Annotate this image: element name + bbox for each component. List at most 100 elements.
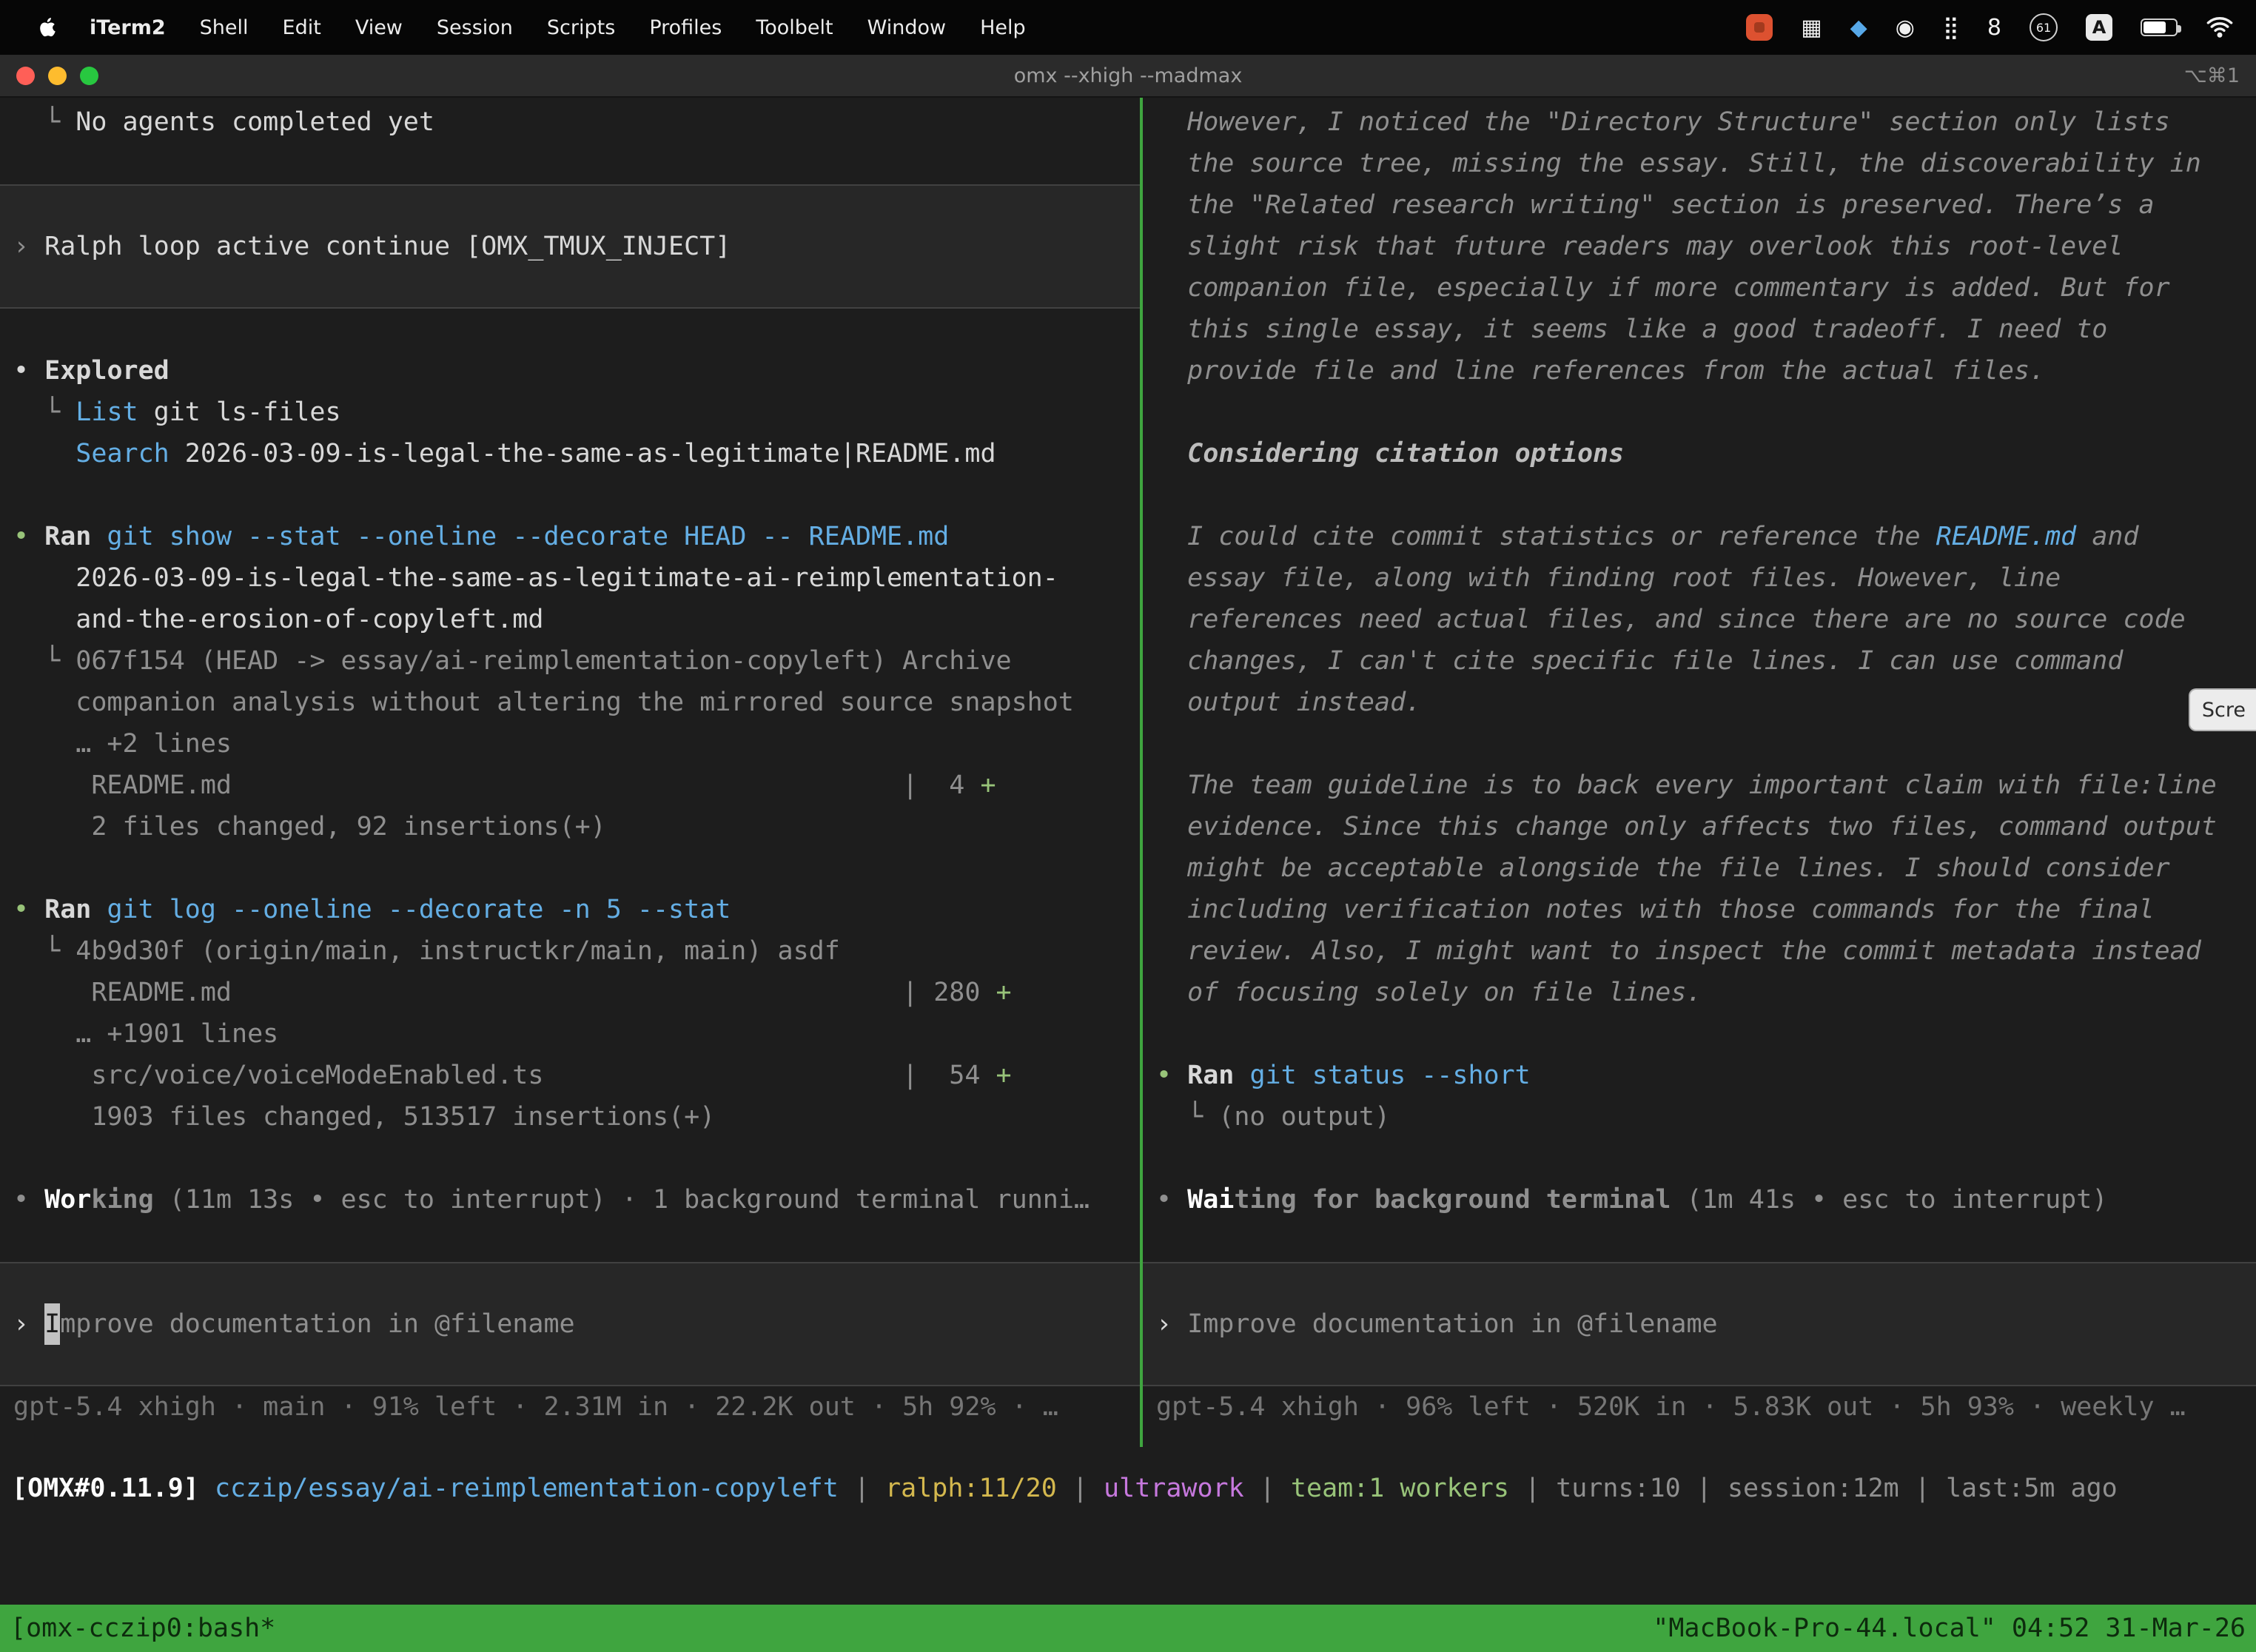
traffic-lights: [16, 55, 98, 96]
reasoning-text: evidence. Since this change only affects…: [1143, 806, 2256, 847]
reasoning-text: companion file, especially if more comme…: [1143, 267, 2256, 309]
menu-toolbelt[interactable]: Toolbelt: [739, 16, 850, 39]
blue-app-icon[interactable]: ◆: [1850, 15, 1867, 41]
tmux-host-clock: "MacBook-Pro-44.local" 04:52 31-Mar-26: [1653, 1614, 2246, 1643]
reasoning-heading: Considering citation options: [1143, 433, 2256, 474]
window-title: omx --xhigh --madmax: [1014, 64, 1243, 87]
waiting-status: • Waiting for background terminal (1m 41…: [1143, 1179, 2256, 1220]
session-stats: gpt-5.4 xhigh · 96% left · 520K in · 5.8…: [1143, 1386, 2256, 1428]
agents-status-line: └ No agents completed yet: [0, 101, 1140, 143]
blank-line: [0, 1220, 1140, 1262]
reasoning-text: review. Also, I might want to inspect th…: [1143, 930, 2256, 972]
battery-icon[interactable]: [2141, 19, 2178, 36]
close-button[interactable]: [16, 67, 35, 85]
apple-menu-icon[interactable]: [22, 17, 73, 38]
explored-list: └ List git ls-files: [0, 392, 1140, 433]
battery-fill: [2143, 21, 2166, 33]
working-status: • Working (11m 13s • esc to interrupt) ·…: [0, 1179, 1140, 1220]
numeric-app-icon[interactable]: 8: [1987, 15, 2001, 41]
macos-menubar: iTerm2ShellEditViewSessionScriptsProfile…: [0, 0, 2256, 55]
explored-search: Search 2026-03-09-is-legal-the-same-as-l…: [0, 433, 1140, 474]
menubar-status-icons: ▦ ◆ ◉ ⣿ 8 61 A: [1746, 13, 2234, 41]
hotkey-indicator: ⌥⌘1: [2184, 64, 2240, 87]
blank-line: [1143, 1220, 2256, 1262]
reasoning-text: The team guideline is to back every impo…: [1143, 765, 2256, 806]
bottom-spacer: [0, 1509, 2256, 1605]
menu-edit[interactable]: Edit: [266, 16, 338, 39]
blank-line: [1143, 474, 2256, 516]
reasoning-text: the source tree, missing the essay. Stil…: [1143, 143, 2256, 184]
left-terminal-pane[interactable]: └ No agents completed yet › Ralph loop ac…: [0, 98, 1140, 1447]
window-grid-icon[interactable]: ▦: [1801, 15, 1822, 41]
reasoning-text: essay file, along with finding root file…: [1143, 557, 2256, 599]
session-stats: gpt-5.4 xhigh · main · 91% left · 2.31M …: [0, 1386, 1140, 1428]
blank-line: [1143, 1013, 2256, 1055]
menu-iterm2[interactable]: iTerm2: [73, 16, 183, 39]
menu-window[interactable]: Window: [850, 16, 963, 39]
battery-tip: [2178, 25, 2181, 33]
screen-recording-indicator-icon[interactable]: [1746, 14, 1773, 41]
clipped-notification: Scre: [2189, 688, 2256, 731]
reasoning-text: provide file and line references from th…: [1143, 350, 2256, 392]
elided-lines: … +2 lines: [0, 723, 1140, 765]
log-diffstat-readme: README.md | 280 +: [0, 972, 1140, 1013]
log-commit-line: └ 4b9d30f (origin/main, instructkr/main,…: [0, 930, 1140, 972]
reasoning-text: output instead.: [1143, 682, 2256, 723]
battery-percent-badge[interactable]: 61: [2030, 13, 2058, 41]
commit-line-2: companion analysis without altering the …: [0, 682, 1140, 723]
reasoning-text: references need actual files, and since …: [1143, 599, 2256, 640]
diffstat-summary: 2 files changed, 92 insertions(+): [0, 806, 1140, 847]
menu-shell[interactable]: Shell: [183, 16, 266, 39]
prompt-input[interactable]: › Improve documentation in @filename: [0, 1262, 1140, 1386]
ran-git-log: • Ran git log --oneline --decorate -n 5 …: [0, 889, 1140, 930]
blank-line: [1143, 1138, 2256, 1179]
commit-line: └ 067f154 (HEAD -> essay/ai-reimplementa…: [0, 640, 1140, 682]
git-status-output: └ (no output): [1143, 1096, 2256, 1138]
ralph-loop-banner: › Ralph loop active continue [OMX_TMUX_I…: [0, 184, 1140, 309]
log-elided-lines: … +1901 lines: [0, 1013, 1140, 1055]
menu-scripts[interactable]: Scripts: [530, 16, 632, 39]
reasoning-text: slight risk that future readers may over…: [1143, 226, 2256, 267]
zoom-button[interactable]: [80, 67, 98, 85]
circle-app-icon[interactable]: ◉: [1896, 15, 1915, 41]
omx-status-bar: [OMX#0.11.9] cczip/essay/ai-reimplementa…: [0, 1468, 2256, 1509]
input-source-icon[interactable]: A: [2086, 14, 2112, 41]
tmux-panes: └ No agents completed yet › Ralph loop ac…: [0, 98, 2256, 1447]
window-titlebar[interactable]: omx --xhigh --madmax ⌥⌘1: [0, 55, 2256, 98]
iterm2-window: omx --xhigh --madmax ⌥⌘1 └ No agents com…: [0, 55, 2256, 1652]
tmux-status-bar: [omx-cczip0:bash* "MacBook-Pro-44.local"…: [0, 1605, 2256, 1652]
reasoning-text: the "Related research writing" section i…: [1143, 184, 2256, 226]
blank-line: [0, 1138, 1140, 1179]
explored-header: • Explored: [0, 350, 1140, 392]
menu-help[interactable]: Help: [963, 16, 1043, 39]
ran-git-show: • Ran git show --stat --oneline --decora…: [0, 516, 1140, 557]
blank-line: [1143, 392, 2256, 433]
menu-session[interactable]: Session: [420, 16, 530, 39]
right-terminal-pane[interactable]: However, I noticed the "Directory Struct…: [1143, 98, 2256, 1447]
recording-stop-glyph: [1754, 22, 1765, 33]
prompt-input[interactable]: › Improve documentation in @filename: [1143, 1262, 2256, 1386]
ran-git-show-arg1: 2026-03-09-is-legal-the-same-as-legitima…: [0, 557, 1140, 599]
menu-profiles[interactable]: Profiles: [632, 16, 739, 39]
log-diffstat-summary: 1903 files changed, 513517 insertions(+): [0, 1096, 1140, 1138]
reasoning-text: including verification notes with those …: [1143, 889, 2256, 930]
diffstat-readme: README.md | 4 +: [0, 765, 1140, 806]
reasoning-text: might be acceptable alongside the file l…: [1143, 847, 2256, 889]
clipped-notification-label: Scre: [2202, 699, 2246, 722]
reasoning-text: this single essay, it seems like a good …: [1143, 309, 2256, 350]
blank-line: [0, 474, 1140, 516]
tmux-session-window: [omx-cczip0:bash*: [10, 1614, 275, 1643]
reasoning-text: However, I noticed the "Directory Struct…: [1143, 101, 2256, 143]
menu-view[interactable]: View: [338, 16, 420, 39]
ran-git-status: • Ran git status --short: [1143, 1055, 2256, 1096]
blank-line: [0, 143, 1140, 184]
reasoning-text: I could cite commit statistics or refere…: [1143, 516, 2256, 557]
dots-grid-app-icon[interactable]: ⣿: [1943, 15, 1959, 41]
wifi-icon[interactable]: [2206, 16, 2234, 38]
minimize-button[interactable]: [48, 67, 67, 85]
omx-status-line: [OMX#0.11.9] cczip/essay/ai-reimplementa…: [0, 1468, 2256, 1509]
menubar-menus: iTerm2ShellEditViewSessionScriptsProfile…: [22, 16, 1043, 39]
reasoning-text: changes, I can't cite specific file line…: [1143, 640, 2256, 682]
blank-line: [0, 847, 1140, 889]
reasoning-text: of focusing solely on file lines.: [1143, 972, 2256, 1013]
